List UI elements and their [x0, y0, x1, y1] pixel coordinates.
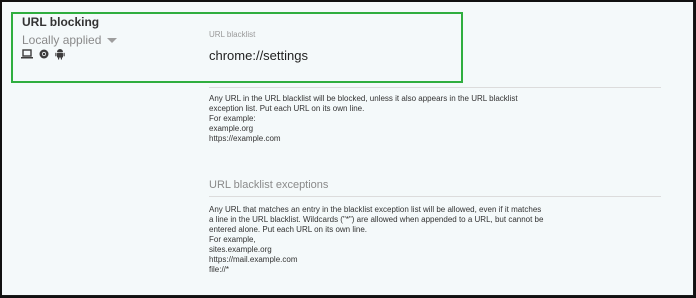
url-blacklist-description: Any URL in the URL blacklist will be blo…: [209, 94, 518, 144]
policy-panel: URL blocking Locally applied URL blackli…: [0, 0, 694, 296]
url-blacklist-exceptions-description: Any URL that matches an entry in the bla…: [209, 205, 543, 275]
description-line: a line in the URL blacklist. Wildcards (…: [209, 215, 544, 224]
policy-title: URL blocking: [22, 15, 100, 29]
url-blacklist-input[interactable]: chrome://settings: [209, 48, 308, 63]
description-line: For example:: [209, 114, 256, 123]
description-line: sites.example.org: [209, 245, 272, 254]
description-line: Any URL in the URL blacklist will be blo…: [209, 94, 518, 103]
android-icon: [55, 48, 65, 60]
description-line: https://example.com: [209, 134, 281, 143]
description-line: example.org: [209, 124, 254, 133]
chrome-icon: [39, 49, 49, 59]
description-line: For example,: [209, 235, 256, 244]
url-blacklist-exceptions-field[interactable]: URL blacklist exceptions: [209, 179, 328, 191]
description-line: entered alone. Put each URL on its own l…: [209, 225, 368, 234]
policy-status-label: Locally applied: [22, 33, 102, 47]
divider: [209, 87, 661, 88]
url-blacklist-label: URL blacklist: [209, 30, 256, 39]
description-line: https://mail.example.com: [209, 255, 298, 264]
policy-status-dropdown[interactable]: Locally applied: [22, 33, 118, 47]
platform-icons: [21, 48, 65, 60]
description-line: file://*: [209, 265, 230, 274]
laptop-icon: [21, 49, 33, 59]
divider: [209, 196, 661, 197]
description-line: exception list. Put each URL on its own …: [209, 104, 365, 113]
description-line: Any URL that matches an entry in the bla…: [209, 205, 542, 214]
chevron-down-icon: [107, 37, 118, 43]
